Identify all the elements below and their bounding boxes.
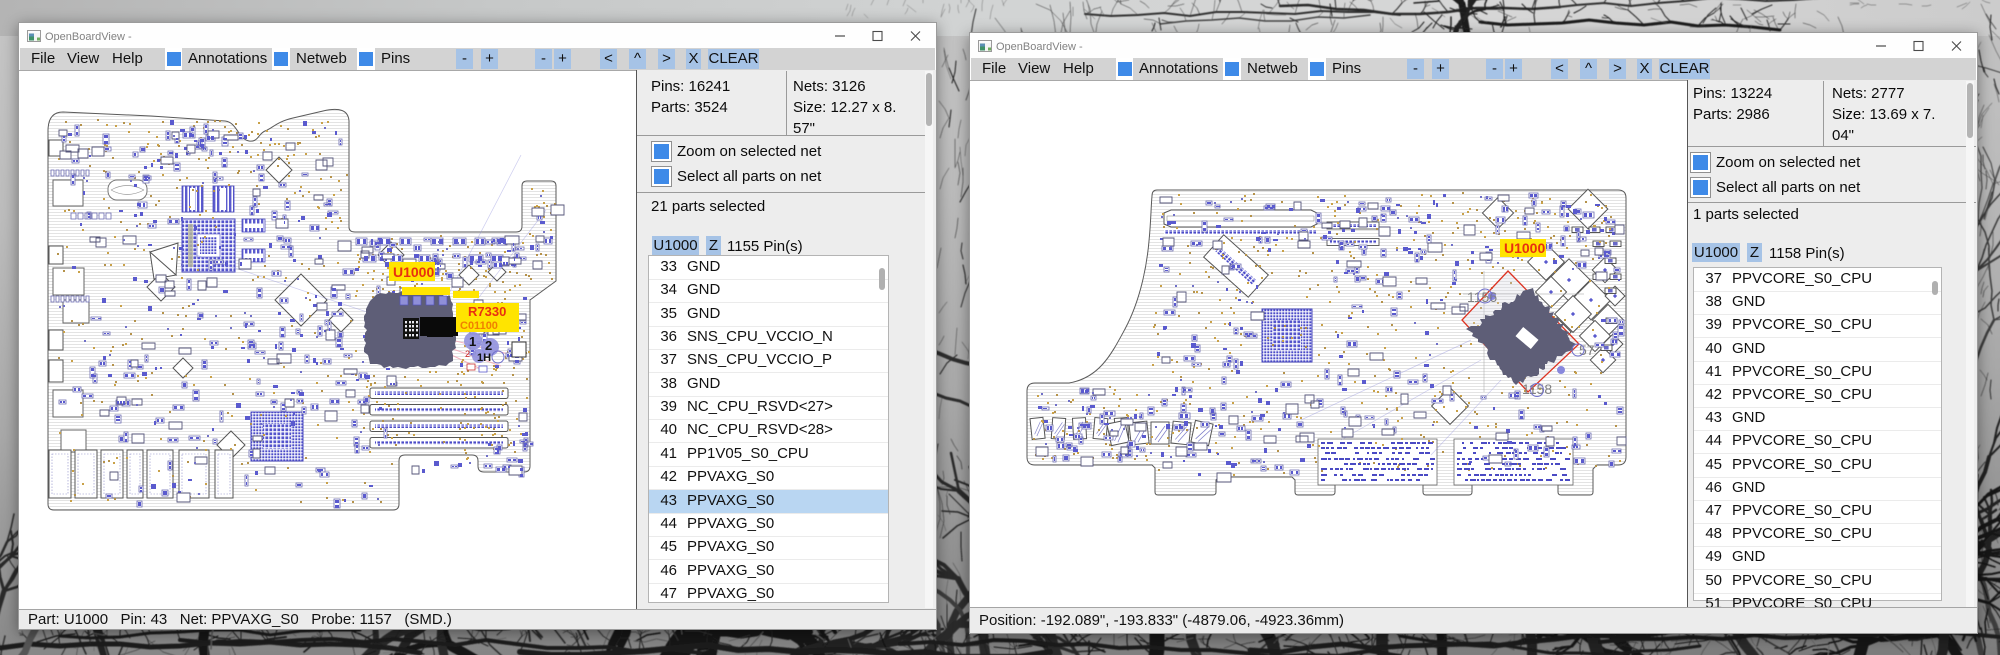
svg-text:2: 2 <box>485 338 492 353</box>
svg-text:U1000: U1000 <box>393 264 434 280</box>
svg-text:57: 57 <box>1579 342 1595 358</box>
svg-text:U1000: U1000 <box>1504 240 1545 256</box>
svg-text:1H: 1H <box>477 352 491 364</box>
svg-text:2: 2 <box>465 349 470 359</box>
svg-text:C01100: C01100 <box>460 320 498 332</box>
svg-text:1: 1 <box>469 334 476 349</box>
svg-text:R7330: R7330 <box>468 304 506 319</box>
